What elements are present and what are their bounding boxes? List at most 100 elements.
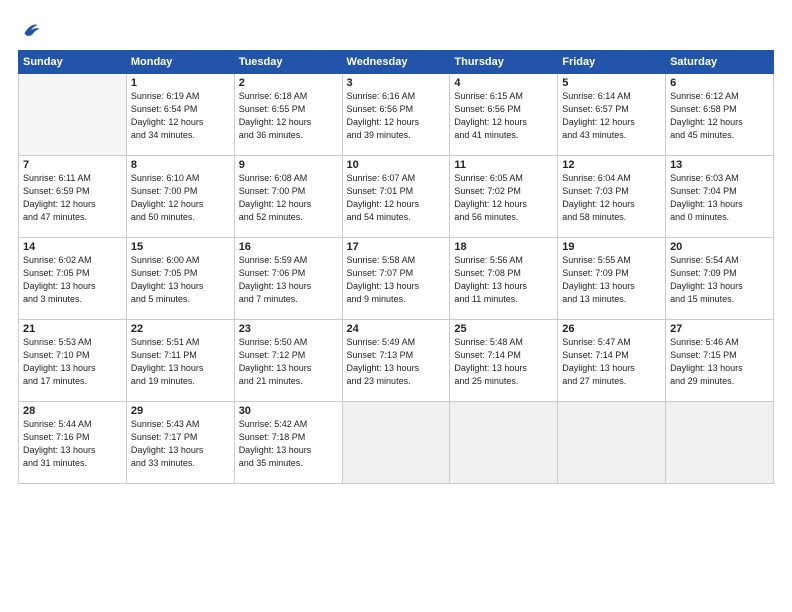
calendar-day-cell: 15Sunrise: 6:00 AM Sunset: 7:05 PM Dayli…	[126, 238, 234, 320]
header	[18, 18, 774, 40]
day-info: Sunrise: 6:18 AM Sunset: 6:55 PM Dayligh…	[239, 90, 338, 142]
day-info: Sunrise: 5:54 AM Sunset: 7:09 PM Dayligh…	[670, 254, 769, 306]
calendar-day-cell: 8Sunrise: 6:10 AM Sunset: 7:00 PM Daylig…	[126, 156, 234, 238]
day-info: Sunrise: 5:56 AM Sunset: 7:08 PM Dayligh…	[454, 254, 553, 306]
day-info: Sunrise: 6:07 AM Sunset: 7:01 PM Dayligh…	[347, 172, 446, 224]
day-info: Sunrise: 5:42 AM Sunset: 7:18 PM Dayligh…	[239, 418, 338, 470]
weekday-header-cell: Tuesday	[234, 51, 342, 74]
calendar-day-cell: 20Sunrise: 5:54 AM Sunset: 7:09 PM Dayli…	[666, 238, 774, 320]
logo-bird-icon	[20, 18, 42, 40]
weekday-header-row: SundayMondayTuesdayWednesdayThursdayFrid…	[19, 51, 774, 74]
calendar-day-cell: 4Sunrise: 6:15 AM Sunset: 6:56 PM Daylig…	[450, 74, 558, 156]
day-info: Sunrise: 5:48 AM Sunset: 7:14 PM Dayligh…	[454, 336, 553, 388]
calendar-day-cell: 17Sunrise: 5:58 AM Sunset: 7:07 PM Dayli…	[342, 238, 450, 320]
day-info: Sunrise: 6:11 AM Sunset: 6:59 PM Dayligh…	[23, 172, 122, 224]
calendar-day-cell: 18Sunrise: 5:56 AM Sunset: 7:08 PM Dayli…	[450, 238, 558, 320]
day-number: 2	[239, 77, 338, 89]
calendar-day-cell: 24Sunrise: 5:49 AM Sunset: 7:13 PM Dayli…	[342, 320, 450, 402]
day-number: 6	[670, 77, 769, 89]
calendar-day-cell: 5Sunrise: 6:14 AM Sunset: 6:57 PM Daylig…	[558, 74, 666, 156]
day-number: 22	[131, 323, 230, 335]
calendar-day-cell	[450, 402, 558, 484]
day-number: 9	[239, 159, 338, 171]
calendar-day-cell: 11Sunrise: 6:05 AM Sunset: 7:02 PM Dayli…	[450, 156, 558, 238]
day-info: Sunrise: 5:55 AM Sunset: 7:09 PM Dayligh…	[562, 254, 661, 306]
day-info: Sunrise: 6:19 AM Sunset: 6:54 PM Dayligh…	[131, 90, 230, 142]
calendar-day-cell: 25Sunrise: 5:48 AM Sunset: 7:14 PM Dayli…	[450, 320, 558, 402]
day-info: Sunrise: 5:43 AM Sunset: 7:17 PM Dayligh…	[131, 418, 230, 470]
day-number: 28	[23, 405, 122, 417]
weekday-header-cell: Friday	[558, 51, 666, 74]
day-info: Sunrise: 5:59 AM Sunset: 7:06 PM Dayligh…	[239, 254, 338, 306]
day-info: Sunrise: 6:03 AM Sunset: 7:04 PM Dayligh…	[670, 172, 769, 224]
day-info: Sunrise: 6:15 AM Sunset: 6:56 PM Dayligh…	[454, 90, 553, 142]
day-number: 13	[670, 159, 769, 171]
calendar-day-cell	[666, 402, 774, 484]
calendar-day-cell	[558, 402, 666, 484]
calendar-day-cell	[19, 74, 127, 156]
calendar-week-row: 7Sunrise: 6:11 AM Sunset: 6:59 PM Daylig…	[19, 156, 774, 238]
calendar-day-cell: 3Sunrise: 6:16 AM Sunset: 6:56 PM Daylig…	[342, 74, 450, 156]
calendar-day-cell: 23Sunrise: 5:50 AM Sunset: 7:12 PM Dayli…	[234, 320, 342, 402]
calendar-day-cell: 1Sunrise: 6:19 AM Sunset: 6:54 PM Daylig…	[126, 74, 234, 156]
day-number: 11	[454, 159, 553, 171]
calendar-page: SundayMondayTuesdayWednesdayThursdayFrid…	[0, 0, 792, 612]
logo	[18, 18, 42, 40]
day-info: Sunrise: 6:02 AM Sunset: 7:05 PM Dayligh…	[23, 254, 122, 306]
calendar-day-cell: 6Sunrise: 6:12 AM Sunset: 6:58 PM Daylig…	[666, 74, 774, 156]
calendar-week-row: 21Sunrise: 5:53 AM Sunset: 7:10 PM Dayli…	[19, 320, 774, 402]
day-number: 1	[131, 77, 230, 89]
day-number: 16	[239, 241, 338, 253]
calendar-day-cell: 13Sunrise: 6:03 AM Sunset: 7:04 PM Dayli…	[666, 156, 774, 238]
calendar-week-row: 28Sunrise: 5:44 AM Sunset: 7:16 PM Dayli…	[19, 402, 774, 484]
day-number: 3	[347, 77, 446, 89]
calendar-day-cell	[342, 402, 450, 484]
calendar-day-cell: 28Sunrise: 5:44 AM Sunset: 7:16 PM Dayli…	[19, 402, 127, 484]
day-number: 12	[562, 159, 661, 171]
weekday-header-cell: Monday	[126, 51, 234, 74]
day-info: Sunrise: 6:12 AM Sunset: 6:58 PM Dayligh…	[670, 90, 769, 142]
calendar-day-cell: 9Sunrise: 6:08 AM Sunset: 7:00 PM Daylig…	[234, 156, 342, 238]
day-number: 18	[454, 241, 553, 253]
calendar-day-cell: 29Sunrise: 5:43 AM Sunset: 7:17 PM Dayli…	[126, 402, 234, 484]
calendar-day-cell: 14Sunrise: 6:02 AM Sunset: 7:05 PM Dayli…	[19, 238, 127, 320]
calendar-day-cell: 21Sunrise: 5:53 AM Sunset: 7:10 PM Dayli…	[19, 320, 127, 402]
day-number: 19	[562, 241, 661, 253]
day-info: Sunrise: 5:58 AM Sunset: 7:07 PM Dayligh…	[347, 254, 446, 306]
weekday-header-cell: Wednesday	[342, 51, 450, 74]
day-number: 15	[131, 241, 230, 253]
calendar-day-cell: 10Sunrise: 6:07 AM Sunset: 7:01 PM Dayli…	[342, 156, 450, 238]
day-info: Sunrise: 5:44 AM Sunset: 7:16 PM Dayligh…	[23, 418, 122, 470]
day-info: Sunrise: 5:47 AM Sunset: 7:14 PM Dayligh…	[562, 336, 661, 388]
weekday-header-cell: Saturday	[666, 51, 774, 74]
day-info: Sunrise: 5:51 AM Sunset: 7:11 PM Dayligh…	[131, 336, 230, 388]
day-info: Sunrise: 5:50 AM Sunset: 7:12 PM Dayligh…	[239, 336, 338, 388]
calendar-day-cell: 22Sunrise: 5:51 AM Sunset: 7:11 PM Dayli…	[126, 320, 234, 402]
calendar-week-row: 14Sunrise: 6:02 AM Sunset: 7:05 PM Dayli…	[19, 238, 774, 320]
calendar-day-cell: 27Sunrise: 5:46 AM Sunset: 7:15 PM Dayli…	[666, 320, 774, 402]
calendar-day-cell: 30Sunrise: 5:42 AM Sunset: 7:18 PM Dayli…	[234, 402, 342, 484]
weekday-header-cell: Thursday	[450, 51, 558, 74]
calendar-day-cell: 2Sunrise: 6:18 AM Sunset: 6:55 PM Daylig…	[234, 74, 342, 156]
weekday-header-cell: Sunday	[19, 51, 127, 74]
day-number: 8	[131, 159, 230, 171]
day-info: Sunrise: 6:16 AM Sunset: 6:56 PM Dayligh…	[347, 90, 446, 142]
day-number: 17	[347, 241, 446, 253]
day-number: 30	[239, 405, 338, 417]
day-info: Sunrise: 5:53 AM Sunset: 7:10 PM Dayligh…	[23, 336, 122, 388]
day-number: 4	[454, 77, 553, 89]
day-number: 26	[562, 323, 661, 335]
day-info: Sunrise: 6:14 AM Sunset: 6:57 PM Dayligh…	[562, 90, 661, 142]
calendar-day-cell: 7Sunrise: 6:11 AM Sunset: 6:59 PM Daylig…	[19, 156, 127, 238]
day-number: 7	[23, 159, 122, 171]
day-number: 29	[131, 405, 230, 417]
day-number: 27	[670, 323, 769, 335]
day-number: 25	[454, 323, 553, 335]
day-info: Sunrise: 6:04 AM Sunset: 7:03 PM Dayligh…	[562, 172, 661, 224]
day-number: 10	[347, 159, 446, 171]
calendar-day-cell: 19Sunrise: 5:55 AM Sunset: 7:09 PM Dayli…	[558, 238, 666, 320]
day-number: 24	[347, 323, 446, 335]
calendar-body: 1Sunrise: 6:19 AM Sunset: 6:54 PM Daylig…	[19, 74, 774, 484]
day-info: Sunrise: 5:46 AM Sunset: 7:15 PM Dayligh…	[670, 336, 769, 388]
calendar-week-row: 1Sunrise: 6:19 AM Sunset: 6:54 PM Daylig…	[19, 74, 774, 156]
